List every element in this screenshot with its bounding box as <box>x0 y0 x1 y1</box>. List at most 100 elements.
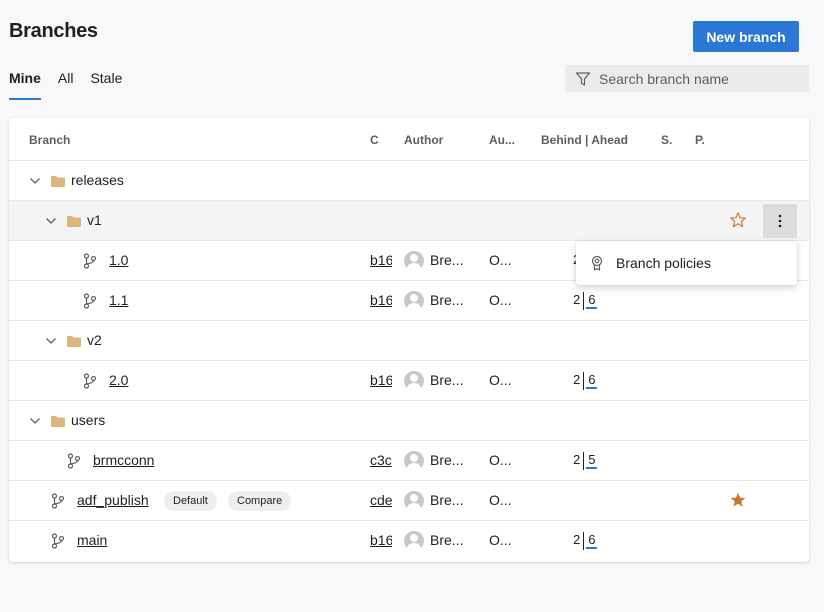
authored-date: O... <box>489 252 512 268</box>
branch-name-link[interactable]: 1.1 <box>109 292 128 308</box>
folder-icon <box>67 216 81 227</box>
author-name: Bre... <box>430 452 464 468</box>
behind-ahead-divider <box>583 372 585 390</box>
folder-row-users[interactable]: users <box>9 401 809 441</box>
folder-name: v2 <box>87 332 102 348</box>
behind-ahead-divider <box>583 452 585 470</box>
author-name: Bre... <box>430 292 464 308</box>
ahead-count: 6 <box>586 292 598 309</box>
avatar <box>404 251 424 271</box>
branch-name-link[interactable]: brmcconn <box>93 452 154 468</box>
behind-count: 2 <box>573 372 581 387</box>
chevron-down-icon[interactable] <box>45 215 57 227</box>
default-badge: Default <box>164 491 217 511</box>
commit-link[interactable]: cde <box>370 492 392 508</box>
branch-row-main[interactable]: main b16 Bre... O... 2 6 <box>9 521 809 561</box>
column-behind-ahead[interactable]: Behind | Ahead <box>541 133 628 147</box>
branch-name-link[interactable]: 1.0 <box>109 252 128 268</box>
commit-link[interactable]: c3c <box>370 452 392 468</box>
folder-name: releases <box>71 172 124 188</box>
tab-all[interactable]: All <box>58 70 74 100</box>
page-title: Branches <box>9 20 98 42</box>
git-branch-icon <box>67 453 81 469</box>
tab-mine[interactable]: Mine <box>9 70 41 100</box>
avatar <box>404 371 424 391</box>
commit-link[interactable]: b16 <box>370 252 392 268</box>
column-commit[interactable]: C <box>370 133 379 147</box>
branch-tabs: Mine All Stale <box>9 70 139 100</box>
branch-name-link[interactable]: main <box>77 532 107 548</box>
author-name: Bre... <box>430 532 464 548</box>
branches-table: Branch C Author Au... Behind | Ahead S. … <box>9 118 809 562</box>
authored-date: O... <box>489 292 512 308</box>
behind-ahead: 2 5 <box>573 452 598 470</box>
ahead-count: 6 <box>586 372 598 389</box>
folder-icon <box>51 176 65 187</box>
search-box <box>565 65 809 92</box>
star-filled-icon[interactable] <box>729 491 747 509</box>
author-name: Bre... <box>430 372 464 388</box>
git-branch-icon <box>83 253 97 269</box>
folder-row-releases[interactable]: releases <box>9 161 809 201</box>
branch-row-brmcconn[interactable]: brmcconn c3c Bre... O... 2 5 <box>9 441 809 481</box>
ahead-count: 6 <box>586 532 598 549</box>
avatar <box>404 491 424 511</box>
authored-date: O... <box>489 492 512 508</box>
commit-link[interactable]: b16 <box>370 292 392 308</box>
column-authored-date[interactable]: Au... <box>489 133 515 147</box>
behind-ahead: 2 6 <box>573 292 598 310</box>
branch-name-link[interactable]: adf_publish <box>77 492 149 508</box>
git-branch-icon <box>51 533 65 549</box>
commit-link[interactable]: b16 <box>370 372 392 388</box>
new-branch-button[interactable]: New branch <box>693 21 799 52</box>
folder-row-v1[interactable]: v1 <box>9 201 809 241</box>
star-outline-icon[interactable] <box>729 211 747 229</box>
column-pull-request[interactable]: P. <box>695 133 705 147</box>
tab-stale[interactable]: Stale <box>90 70 122 100</box>
git-branch-icon <box>83 293 97 309</box>
behind-ahead: 2 6 <box>573 372 598 390</box>
column-author[interactable]: Author <box>404 133 443 147</box>
chevron-down-icon[interactable] <box>29 175 41 187</box>
folder-name: v1 <box>87 212 102 228</box>
folder-row-v2[interactable]: v2 <box>9 321 809 361</box>
branch-row-1-1[interactable]: 1.1 b16 Bre... O... 2 6 <box>9 281 809 321</box>
behind-count: 2 <box>573 532 581 547</box>
badge-icon <box>591 255 603 271</box>
chevron-down-icon[interactable] <box>45 335 57 347</box>
branch-row-adf-publish[interactable]: adf_publish Default Compare cde Bre... O… <box>9 481 809 521</box>
behind-ahead-divider <box>583 292 585 310</box>
chevron-down-icon[interactable] <box>29 415 41 427</box>
avatar <box>404 451 424 471</box>
branch-name-link[interactable]: 2.0 <box>109 372 128 388</box>
context-menu: Branch policies <box>576 241 797 285</box>
filter-icon <box>575 71 591 86</box>
avatar <box>404 531 424 551</box>
branch-row-2-0[interactable]: 2.0 b16 Bre... O... 2 6 <box>9 361 809 401</box>
authored-date: O... <box>489 372 512 388</box>
commit-link[interactable]: b16 <box>370 532 392 548</box>
author-name: Bre... <box>430 252 464 268</box>
search-input[interactable] <box>599 70 799 87</box>
folder-icon <box>51 416 65 427</box>
column-branch[interactable]: Branch <box>29 133 70 147</box>
compare-badge[interactable]: Compare <box>228 491 292 511</box>
menu-item-label: Branch policies <box>616 255 711 271</box>
behind-ahead-divider <box>583 532 585 550</box>
folder-icon <box>67 336 81 347</box>
column-status[interactable]: S. <box>661 133 672 147</box>
authored-date: O... <box>489 452 512 468</box>
avatar <box>404 291 424 311</box>
folder-name: users <box>71 412 106 428</box>
git-branch-icon <box>83 373 97 389</box>
author-name: Bre... <box>430 492 464 508</box>
more-vertical-icon <box>778 214 782 228</box>
ahead-count: 5 <box>586 452 598 469</box>
behind-count: 2 <box>573 292 581 307</box>
more-actions-button[interactable] <box>763 204 797 238</box>
menu-item-branch-policies[interactable]: Branch policies <box>590 255 711 271</box>
git-branch-icon <box>51 493 65 509</box>
table-header: Branch C Author Au... Behind | Ahead S. … <box>9 118 809 161</box>
behind-count: 2 <box>573 452 581 467</box>
behind-ahead: 2 6 <box>573 532 598 550</box>
